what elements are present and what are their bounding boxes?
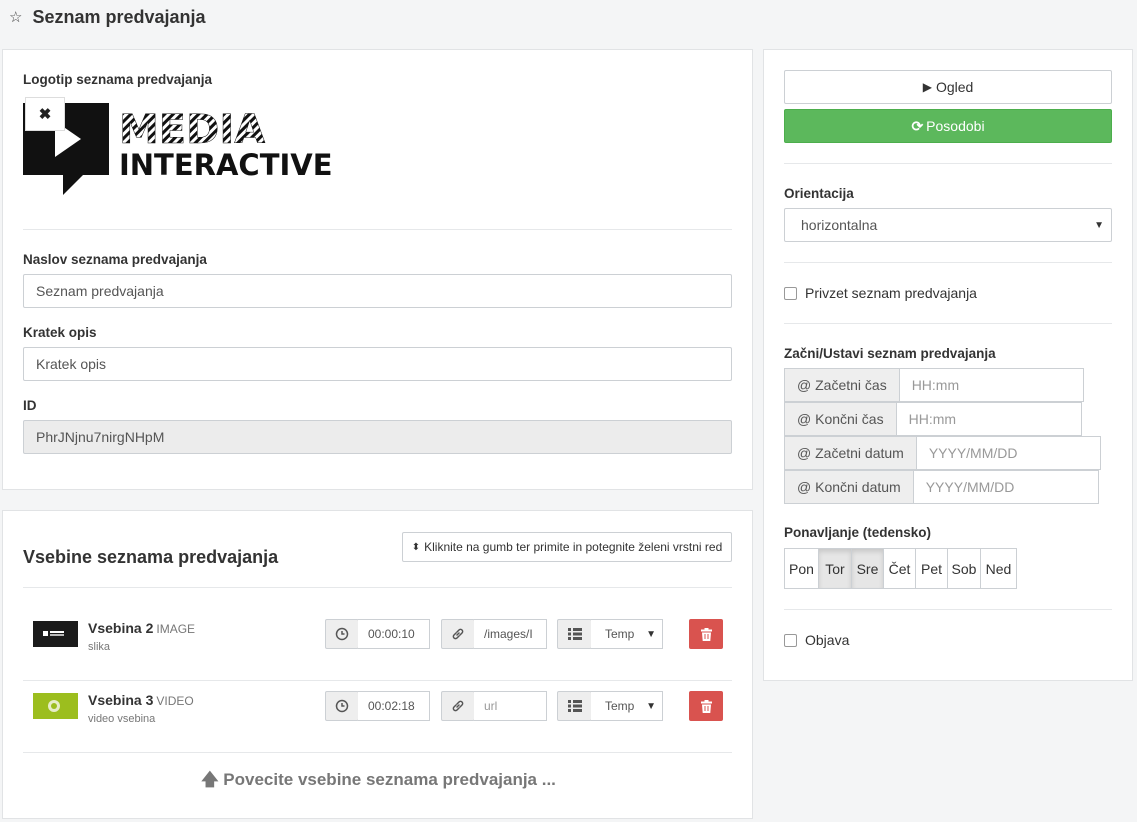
divider bbox=[23, 229, 732, 230]
promote-label: Povecite vsebine seznama predvajanja ... bbox=[223, 770, 556, 789]
checkbox[interactable] bbox=[784, 286, 797, 300]
day-toggle-pet[interactable]: Pet bbox=[915, 548, 948, 589]
day-toggle-cet[interactable]: Čet bbox=[883, 548, 916, 589]
caret-down-icon: ▼ bbox=[1094, 219, 1104, 231]
item-name: Vsebina 2 IMAGE bbox=[88, 620, 196, 636]
start-time-group: @ Začetni čas HH:mm bbox=[784, 368, 1084, 402]
delete-item-button[interactable] bbox=[689, 619, 723, 649]
star-icon[interactable]: ☆ bbox=[9, 8, 22, 26]
item-thumbnail bbox=[33, 621, 78, 647]
publish-checkbox[interactable]: Objava bbox=[784, 632, 849, 648]
title-input[interactable]: Seznam predvajanja bbox=[23, 274, 732, 308]
schedule-label: Začni/Ustavi seznam predvajanja bbox=[784, 346, 996, 361]
close-icon: ✖ bbox=[38, 106, 52, 123]
sort-hint-button[interactable]: ⬍ Kliknite na gumb ter primite in potegn… bbox=[402, 532, 732, 562]
day-toggle-sob[interactable]: Sob bbox=[947, 548, 981, 589]
start-date-group: @ Začetni datum YYYY/MM/DD bbox=[784, 436, 1101, 470]
svg-text:INTERACTIVE: INTERACTIVE bbox=[119, 148, 333, 182]
start-time-input[interactable]: HH:mm bbox=[899, 368, 1084, 402]
settings-panel: ▶ Ogled ⟳ Posodobi Orientacija horizonta… bbox=[763, 49, 1133, 681]
day-toggle-sre[interactable]: Sre bbox=[851, 548, 884, 589]
divider bbox=[23, 587, 732, 588]
logo-label: Logotip seznama predvajanja bbox=[23, 72, 213, 87]
start-time-addon: @ Začetni čas bbox=[784, 368, 900, 402]
publish-label: Objava bbox=[805, 632, 850, 648]
end-time-group: @ Končni čas HH:mm bbox=[784, 402, 1082, 436]
end-time-input[interactable]: HH:mm bbox=[896, 402, 1082, 436]
arrow-up-icon: 🡅 bbox=[201, 770, 219, 789]
default-playlist-label: Privzet seznam predvajanja bbox=[805, 285, 977, 301]
link-icon bbox=[441, 691, 475, 721]
end-date-input[interactable]: YYYY/MM/DD bbox=[913, 470, 1099, 504]
sort-icon: ⬍ bbox=[411, 541, 421, 553]
divider bbox=[23, 752, 732, 753]
day-toggle-ned[interactable]: Ned bbox=[980, 548, 1017, 589]
list-item[interactable]: Vsebina 2 IMAGE slika 00:00:10 /images/I … bbox=[23, 591, 733, 663]
duration-input[interactable]: 00:00:10 bbox=[358, 619, 430, 649]
preview-label: Ogled bbox=[935, 79, 974, 95]
list-icon bbox=[557, 619, 592, 649]
link-icon bbox=[441, 619, 475, 649]
refresh-icon: ⟳ bbox=[911, 117, 924, 134]
item-subtitle: slika bbox=[88, 641, 111, 653]
day-toggle-pon[interactable]: Pon bbox=[784, 548, 819, 589]
divider bbox=[784, 323, 1112, 324]
update-label: Posodobi bbox=[926, 118, 985, 134]
list-item[interactable]: Vsebina 3 VIDEO video vsebina 00:02:18 ur… bbox=[23, 663, 733, 735]
playlist-details-panel: Logotip seznama predvajanja MEDIA INTERA… bbox=[2, 49, 753, 490]
url-input[interactable]: url bbox=[474, 691, 547, 721]
logo-image: MEDIA INTERACTIVE bbox=[23, 103, 333, 195]
caret-down-icon: ▼ bbox=[646, 700, 656, 712]
page-header: ☆ Seznam predvajanja bbox=[0, 0, 1137, 34]
remove-logo-button[interactable]: ✖ bbox=[25, 97, 65, 131]
item-thumbnail bbox=[33, 693, 78, 719]
weekday-toggle-group: Pon Tor Sre Čet Pet Sob Ned bbox=[784, 548, 1017, 589]
id-field: PhrJNjnu7nirgNHpM bbox=[23, 420, 732, 454]
orientation-select[interactable]: horizontalna ▼ bbox=[784, 208, 1112, 242]
clock-icon bbox=[325, 619, 359, 649]
description-input[interactable]: Kratek opis bbox=[23, 347, 732, 381]
caret-down-icon: ▼ bbox=[646, 628, 656, 640]
sort-hint-label: Kliknite na gumb ter primite in potegnit… bbox=[424, 540, 723, 554]
end-date-group: @ Končni datum YYYY/MM/DD bbox=[784, 470, 1099, 504]
description-label: Kratek opis bbox=[23, 325, 97, 340]
title-label: Naslov seznama predvajanja bbox=[23, 252, 207, 267]
template-select[interactable]: Temp ▼ bbox=[591, 691, 663, 721]
trash-icon bbox=[700, 699, 712, 713]
divider bbox=[784, 163, 1112, 164]
item-subtitle: video vsebina bbox=[88, 713, 156, 725]
start-date-addon: @ Začetni datum bbox=[784, 436, 917, 470]
playlist-items-panel: Vsebine seznama predvajanja ⬍ Kliknite n… bbox=[2, 510, 753, 819]
promote-items-link[interactable]: 🡅 Povecite vsebine seznama predvajanja .… bbox=[3, 767, 754, 796]
id-label: ID bbox=[23, 398, 37, 413]
list-icon bbox=[557, 691, 592, 721]
day-toggle-tor[interactable]: Tor bbox=[818, 548, 852, 589]
checkbox[interactable] bbox=[784, 633, 797, 647]
item-name: Vsebina 3 VIDEO bbox=[88, 692, 194, 708]
divider bbox=[784, 262, 1112, 263]
end-time-addon: @ Končni čas bbox=[784, 402, 897, 436]
update-button[interactable]: ⟳ Posodobi bbox=[784, 109, 1112, 143]
clock-icon bbox=[325, 691, 359, 721]
default-playlist-checkbox[interactable]: Privzet seznam predvajanja bbox=[784, 285, 977, 301]
play-icon: ▶ bbox=[922, 80, 932, 94]
page-title: Seznam predvajanja bbox=[32, 6, 206, 27]
preview-button[interactable]: ▶ Ogled bbox=[784, 70, 1112, 104]
start-date-input[interactable]: YYYY/MM/DD bbox=[916, 436, 1101, 470]
delete-item-button[interactable] bbox=[689, 691, 723, 721]
repeat-label: Ponavljanje (tedensko) bbox=[784, 525, 932, 540]
url-input[interactable]: /images/I bbox=[474, 619, 547, 649]
trash-icon bbox=[700, 627, 712, 641]
duration-input[interactable]: 00:02:18 bbox=[358, 691, 430, 721]
template-select[interactable]: Temp ▼ bbox=[591, 619, 663, 649]
orientation-label: Orientacija bbox=[784, 186, 854, 201]
end-date-addon: @ Končni datum bbox=[784, 470, 914, 504]
svg-text:MEDIA: MEDIA bbox=[119, 107, 265, 153]
items-title: Vsebine seznama predvajanja bbox=[23, 547, 279, 567]
divider bbox=[784, 609, 1112, 610]
